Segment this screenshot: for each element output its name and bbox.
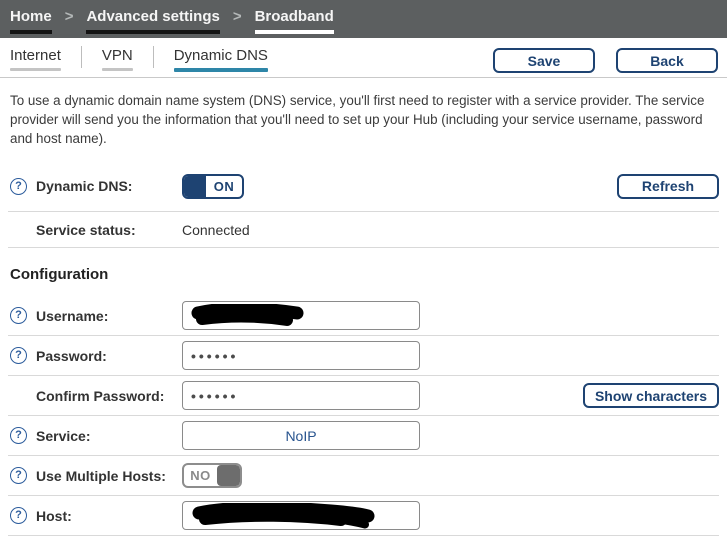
row-username: ? Username: bbox=[8, 296, 719, 337]
redaction-scribble bbox=[192, 502, 375, 529]
tab-dynamic-dns-label: Dynamic DNS bbox=[173, 47, 268, 64]
chevron-right-icon: > bbox=[232, 8, 242, 25]
tab-internet-label: Internet bbox=[10, 47, 61, 64]
password-masked-value: •••••• bbox=[191, 348, 239, 365]
password-input[interactable]: •••••• bbox=[182, 341, 420, 371]
service-label: Service: bbox=[36, 427, 91, 444]
use-multiple-hosts-toggle[interactable]: NO bbox=[182, 463, 242, 489]
save-button[interactable]: Save bbox=[493, 48, 595, 73]
tab-vpn[interactable]: VPN bbox=[101, 47, 133, 71]
service-status-value: Connected bbox=[182, 221, 250, 238]
toggle-knob bbox=[217, 465, 240, 487]
tab-active-underline bbox=[173, 68, 268, 72]
row-service-status: Service status: Connected bbox=[8, 212, 719, 249]
help-icon[interactable]: ? bbox=[10, 427, 27, 445]
back-button[interactable]: Back bbox=[616, 48, 718, 73]
row-use-multiple-hosts: ? Use Multiple Hosts: NO bbox=[8, 456, 719, 497]
toggle-state-label: NO bbox=[190, 468, 211, 484]
row-dynamic-dns: ? Dynamic DNS: ON Refresh bbox=[8, 161, 719, 213]
help-icon[interactable]: ? bbox=[10, 347, 27, 365]
confirm-password-masked-value: •••••• bbox=[191, 388, 239, 405]
breadcrumb-broadband[interactable]: Broadband bbox=[254, 9, 334, 34]
confirm-password-label: Confirm Password: bbox=[36, 387, 165, 404]
configuration-heading: Configuration bbox=[10, 266, 109, 284]
tab-underline bbox=[10, 68, 61, 71]
help-icon[interactable]: ? bbox=[10, 467, 27, 485]
intro-text: To use a dynamic domain name system (DNS… bbox=[10, 93, 705, 147]
username-label: Username: bbox=[36, 307, 109, 324]
row-confirm-password: Confirm Password: •••••• Show characters bbox=[8, 376, 719, 417]
row-service: ? Service: NoIP bbox=[8, 416, 719, 457]
service-select[interactable]: NoIP bbox=[182, 421, 420, 451]
tab-dynamic-dns[interactable]: Dynamic DNS bbox=[173, 47, 268, 72]
dynamic-dns-label: Dynamic DNS: bbox=[36, 178, 133, 195]
confirm-password-input[interactable]: •••••• bbox=[182, 381, 420, 411]
breadcrumb-advanced-settings[interactable]: Advanced settings bbox=[86, 9, 220, 34]
tab-bar: Internet VPN Dynamic DNS Save Back bbox=[0, 38, 727, 78]
tab-actions: Save Back bbox=[493, 48, 718, 73]
help-icon[interactable]: ? bbox=[10, 307, 27, 325]
settings-form: ? Dynamic DNS: ON Refresh Service status… bbox=[0, 161, 727, 536]
toggle-state-label: ON bbox=[213, 178, 235, 194]
use-multiple-hosts-label: Use Multiple Hosts: bbox=[36, 467, 166, 484]
chevron-right-icon: > bbox=[64, 8, 74, 25]
host-input[interactable] bbox=[182, 501, 420, 531]
tab-internet[interactable]: Internet bbox=[10, 48, 61, 71]
dynamic-dns-toggle[interactable]: ON bbox=[182, 173, 244, 199]
password-label: Password: bbox=[36, 347, 107, 364]
refresh-button[interactable]: Refresh bbox=[617, 173, 719, 199]
tab-underline bbox=[101, 68, 133, 71]
toggle-knob bbox=[184, 175, 206, 197]
help-icon[interactable]: ? bbox=[10, 507, 27, 525]
host-label: Host: bbox=[36, 507, 72, 524]
tab-vpn-label: VPN bbox=[101, 47, 133, 64]
redaction-scribble bbox=[191, 303, 304, 326]
service-status-label: Service status: bbox=[36, 221, 136, 238]
show-characters-button[interactable]: Show characters bbox=[582, 383, 719, 409]
help-icon[interactable]: ? bbox=[10, 177, 27, 195]
breadcrumb-home[interactable]: Home bbox=[10, 9, 52, 34]
tab-separator bbox=[80, 46, 82, 68]
username-input[interactable] bbox=[182, 301, 420, 331]
breadcrumb: Home > Advanced settings > Broadband bbox=[0, 0, 727, 38]
row-password: ? Password: •••••• bbox=[8, 336, 719, 377]
tab-separator bbox=[152, 46, 154, 68]
row-host: ? Host: bbox=[8, 496, 719, 536]
